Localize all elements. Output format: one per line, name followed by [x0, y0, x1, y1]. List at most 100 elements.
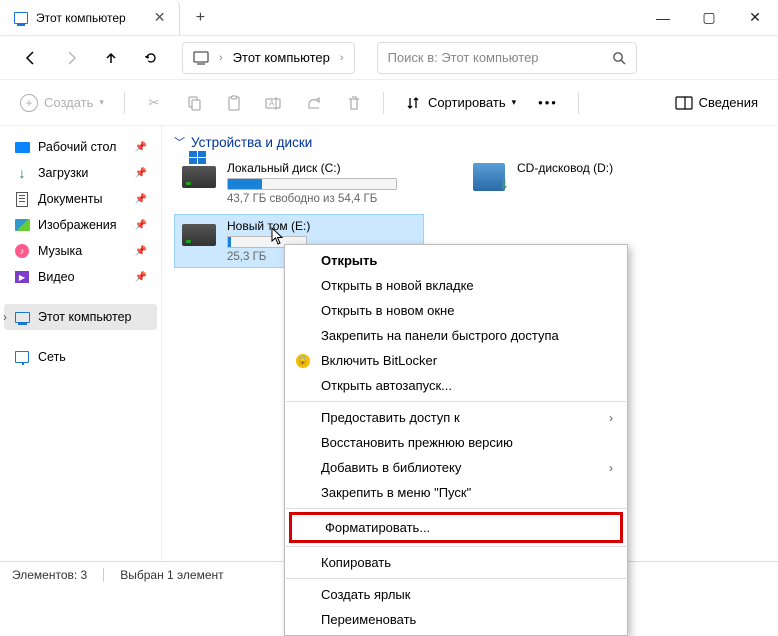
share-button[interactable]	[297, 88, 331, 118]
details-button[interactable]: Сведения	[667, 88, 766, 118]
ctx-format[interactable]: Форматировать...	[292, 515, 620, 540]
details-icon	[675, 94, 693, 112]
separator	[103, 568, 104, 582]
chevron-right-icon: ›	[609, 411, 613, 425]
tab-this-pc[interactable]: Этот компьютер ✕	[0, 0, 180, 35]
rename-button[interactable]: A	[257, 88, 291, 118]
pin-icon: 📌	[135, 194, 147, 205]
drive-local-c[interactable]: Локальный диск (C:) 43,7 ГБ свободно из …	[174, 156, 424, 210]
ctx-pin-start[interactable]: Закрепить в меню "Пуск"	[285, 480, 627, 505]
search-input[interactable]: Поиск в: Этот компьютер	[377, 42, 637, 74]
more-icon: •••	[538, 95, 558, 110]
pin-icon: 📌	[135, 220, 147, 231]
ctx-create-shortcut[interactable]: Создать ярлык	[285, 582, 627, 607]
svg-text:A: A	[269, 99, 275, 108]
desktop-icon	[15, 142, 30, 153]
sidebar-item-pictures[interactable]: Изображения📌	[4, 212, 157, 238]
ctx-pin-quick-access[interactable]: Закрепить на панели быстрого доступа	[285, 323, 627, 348]
clipboard-icon	[225, 94, 243, 112]
pin-icon: 📌	[135, 246, 147, 257]
ctx-restore-previous[interactable]: Восстановить прежнюю версию	[285, 430, 627, 455]
more-button[interactable]: •••	[530, 89, 566, 116]
group-header[interactable]: ﹀ Устройства и диски	[174, 134, 766, 150]
hard-drive-icon	[181, 161, 217, 193]
pin-icon: 📌	[135, 168, 147, 179]
sidebar-item-this-pc[interactable]: Этот компьютер	[4, 304, 157, 330]
paste-button[interactable]	[217, 88, 251, 118]
navbar: › Этот компьютер › Поиск в: Этот компьют…	[0, 36, 778, 80]
sidebar-item-music[interactable]: ♪Музыка📌	[4, 238, 157, 264]
refresh-button[interactable]	[134, 42, 168, 74]
sidebar: Рабочий стол📌 ↓Загрузки📌 Документы📌 Изоб…	[0, 126, 162, 561]
bitlocker-icon: 🔒	[296, 354, 310, 368]
separator	[578, 92, 579, 114]
ctx-open-new-window[interactable]: Открыть в новом окне	[285, 298, 627, 323]
dvd-drive-icon	[471, 161, 507, 193]
titlebar: Этот компьютер ✕ + — ▢ ✕	[0, 0, 778, 36]
sidebar-item-documents[interactable]: Документы📌	[4, 186, 157, 212]
delete-button[interactable]	[337, 88, 371, 118]
sidebar-item-downloads[interactable]: ↓Загрузки📌	[4, 160, 157, 186]
path-bar[interactable]: › Этот компьютер ›	[182, 42, 355, 74]
separator	[124, 92, 125, 114]
ctx-rename[interactable]: Переименовать	[285, 607, 627, 632]
new-tab-button[interactable]: +	[180, 9, 220, 27]
monitor-icon	[15, 312, 30, 323]
path-segment[interactable]: Этот компьютер	[233, 50, 330, 65]
monitor-icon	[193, 51, 209, 65]
maximize-button[interactable]: ▢	[686, 0, 732, 36]
trash-icon	[345, 94, 363, 112]
cut-button[interactable]: ✂	[137, 88, 171, 118]
window-controls: — ▢ ✕	[640, 0, 778, 36]
search-placeholder: Поиск в: Этот компьютер	[388, 50, 612, 65]
ctx-bitlocker[interactable]: 🔒Включить BitLocker	[285, 348, 627, 373]
up-button[interactable]	[94, 42, 128, 74]
context-menu: Открыть Открыть в новой вкладке Открыть …	[284, 244, 628, 636]
monitor-icon	[14, 12, 28, 24]
ctx-autoplay[interactable]: Открыть автозапуск...	[285, 373, 627, 398]
pin-icon: 📌	[135, 272, 147, 283]
sidebar-item-videos[interactable]: ▶Видео📌	[4, 264, 157, 290]
usage-bar	[227, 178, 397, 190]
search-icon	[612, 51, 626, 65]
create-label: Создать	[44, 95, 93, 110]
separator	[286, 546, 626, 547]
chevron-right-icon: ›	[219, 52, 223, 64]
highlight-box: Форматировать...	[289, 512, 623, 543]
drive-name: Локальный диск (C:)	[227, 161, 397, 175]
chevron-down-icon: ﹀	[174, 134, 185, 150]
details-label: Сведения	[699, 95, 758, 110]
chevron-right-icon[interactable]: ›	[340, 52, 344, 64]
back-button[interactable]	[14, 42, 48, 74]
download-icon: ↓	[14, 165, 30, 181]
create-button[interactable]: + Создать ▾	[12, 88, 112, 118]
pictures-icon	[15, 219, 30, 231]
tab-title: Этот компьютер	[36, 11, 126, 25]
drive-dvd-d[interactable]: CD-дисковод (D:)	[464, 156, 664, 210]
ctx-add-library[interactable]: Добавить в библиотеку›	[285, 455, 627, 480]
copy-button[interactable]	[177, 88, 211, 118]
separator	[286, 508, 626, 509]
forward-button[interactable]	[54, 42, 88, 74]
sidebar-item-desktop[interactable]: Рабочий стол📌	[4, 134, 157, 160]
ctx-open[interactable]: Открыть	[285, 248, 627, 273]
minimize-button[interactable]: —	[640, 0, 686, 36]
chevron-right-icon: ›	[609, 461, 613, 475]
windows-logo-icon	[189, 151, 206, 164]
ctx-share-access[interactable]: Предоставить доступ к›	[285, 405, 627, 430]
close-tab-icon[interactable]: ✕	[154, 9, 166, 26]
document-icon	[16, 192, 28, 207]
ctx-open-new-tab[interactable]: Открыть в новой вкладке	[285, 273, 627, 298]
close-window-button[interactable]: ✕	[732, 0, 778, 36]
pin-icon: 📌	[135, 142, 147, 153]
drive-name: Новый том (E:)	[227, 219, 310, 233]
chevron-down-icon: ▾	[512, 97, 517, 108]
share-icon	[305, 94, 323, 112]
status-count: Элементов: 3	[12, 568, 87, 582]
network-icon	[15, 351, 29, 363]
ctx-copy[interactable]: Копировать	[285, 550, 627, 575]
separator	[286, 401, 626, 402]
sidebar-item-network[interactable]: Сеть	[4, 344, 157, 370]
chevron-down-icon: ▾	[99, 97, 104, 108]
sort-button[interactable]: Сортировать ▾	[396, 88, 524, 118]
